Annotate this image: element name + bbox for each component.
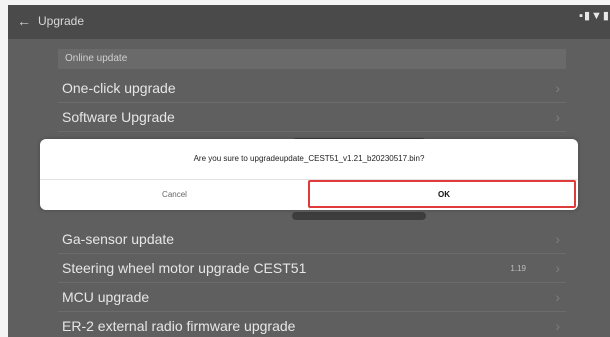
cancel-button[interactable]: Cancel — [40, 180, 309, 210]
list-item-label: Software Upgrade — [62, 109, 175, 125]
list-item-label: Ga-sensor update — [62, 231, 175, 247]
arrow-left-icon[interactable]: ← — [16, 13, 32, 29]
list-item-ga-sensor-update[interactable]: Ga-sensor update › — [58, 225, 566, 254]
list-item-steering-wheel-motor-upgrade[interactable]: Steering wheel motor upgrade CEST51 1.19… — [58, 254, 566, 283]
list-item-label: MCU upgrade — [62, 289, 150, 305]
hidden-row-fragment — [292, 212, 426, 220]
chevron-right-icon: › — [555, 260, 560, 276]
chevron-right-icon: › — [555, 289, 560, 305]
list-item-label: ER-2 external radio firmware upgrade — [62, 318, 296, 334]
list-item-label: Steering wheel motor upgrade CEST51 — [62, 260, 307, 276]
ok-button-highlight — [308, 180, 576, 208]
section-label: Online update — [58, 49, 566, 69]
top-bar: ← Upgrade ▪▮▼▮ — [8, 5, 610, 39]
list-item-one-click-upgrade[interactable]: One-click upgrade › — [58, 74, 566, 103]
status-icons: ▪▮▼▮ — [579, 10, 610, 22]
chevron-right-icon: › — [555, 231, 560, 247]
list-item-mcu-upgrade[interactable]: MCU upgrade › — [58, 283, 566, 312]
list-item-software-upgrade[interactable]: Software Upgrade › — [58, 103, 566, 132]
chevron-right-icon: › — [555, 318, 560, 334]
chevron-right-icon: › — [555, 109, 560, 125]
version-value: 1.19 — [510, 264, 526, 273]
list-item-er2-radio-firmware-upgrade[interactable]: ER-2 external radio firmware upgrade › — [58, 312, 566, 337]
dialog-message: Are you sure to upgradeupdate_CEST51_v1.… — [193, 154, 425, 163]
list-item-label: One-click upgrade — [62, 80, 176, 96]
chevron-right-icon: › — [555, 80, 560, 96]
page-title: Upgrade — [38, 14, 85, 28]
